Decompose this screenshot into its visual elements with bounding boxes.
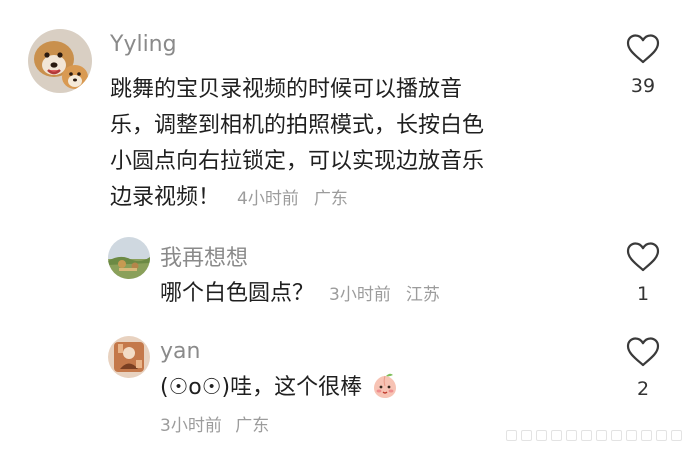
comment-author[interactable]: Yyling: [110, 32, 177, 57]
watermark-mark: [671, 430, 682, 441]
comment-text: 跳舞的宝贝录视频的时候可以播放音 乐，调整到相机的拍照模式，长按白色 小圆点向右…: [110, 72, 590, 217]
reply-meta: 3小时前 广东: [160, 411, 269, 436]
peach-blush-emoji-icon: [371, 372, 399, 412]
comment-thread: Yyling 跳舞的宝贝录视频的时候可以播放音 乐，调整到相机的拍照模式，长按白…: [0, 0, 690, 449]
reply-location: 江苏: [405, 285, 440, 305]
watermark-mark: [626, 430, 637, 441]
like-button[interactable]: 39: [613, 33, 673, 97]
watermark-mark: [536, 430, 547, 441]
watermark-mark: [551, 430, 562, 441]
avatar[interactable]: [108, 336, 150, 378]
avatar[interactable]: [28, 29, 92, 93]
like-button[interactable]: 1: [613, 241, 673, 305]
watermark-mark: [641, 430, 652, 441]
reply-location: 广东: [235, 416, 270, 436]
reply-text-row: (☉o☉)哇，这个很棒: [160, 370, 399, 412]
comment-text-line: 小圆点向右拉锁定，可以实现边放音乐: [110, 149, 485, 174]
watermark-mark: [581, 430, 592, 441]
dog-photo-icon: [28, 29, 92, 93]
watermark-mark: [656, 430, 667, 441]
comment-text-line: 跳舞的宝贝录视频的时候可以播放音: [110, 77, 463, 102]
watermark-mark: [506, 430, 517, 441]
landscape-photo-icon: [108, 237, 150, 279]
like-button[interactable]: 2: [613, 336, 673, 400]
reply-text-row: 哪个白色圆点？ 3小时前 江苏: [160, 276, 440, 313]
watermark-mark: [596, 430, 607, 441]
watermark-mark: [566, 430, 577, 441]
comment-text-line-end: 边录视频！: [110, 185, 221, 210]
reply-text: 哪个白色圆点？: [160, 281, 315, 306]
heart-outline-icon: [626, 337, 660, 367]
reply-author[interactable]: yan: [160, 339, 200, 364]
watermark: [506, 430, 682, 441]
like-count: 39: [630, 75, 656, 97]
like-count: 1: [636, 283, 650, 305]
comment-location: 广东: [313, 189, 348, 209]
reply-time: 3小时前: [329, 285, 391, 305]
illustrated-avatar-icon: [108, 336, 150, 378]
like-count: 2: [636, 378, 650, 400]
comment-text-line: 边录视频！ 4小时前 广东: [110, 180, 590, 217]
reply-author[interactable]: 我再想想: [160, 240, 248, 272]
watermark-mark: [611, 430, 622, 441]
reply-text: (☉o☉)哇，这个很棒: [160, 375, 363, 400]
watermark-mark: [521, 430, 532, 441]
comment-time: 4小时前: [237, 189, 299, 209]
reply-time: 3小时前: [160, 416, 222, 436]
heart-outline-icon: [626, 242, 660, 272]
comment-text-line: 乐，调整到相机的拍照模式，长按白色: [110, 113, 485, 138]
heart-outline-icon: [626, 34, 660, 64]
avatar[interactable]: [108, 237, 150, 279]
